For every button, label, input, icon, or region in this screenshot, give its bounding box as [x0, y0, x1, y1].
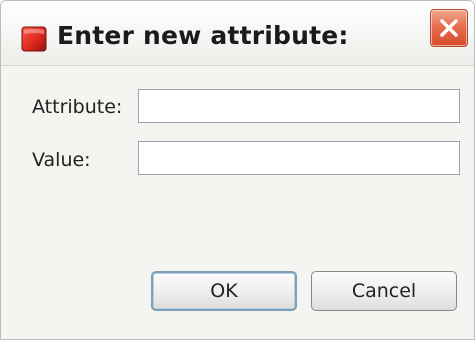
dialog-title: Enter new attribute: — [57, 21, 349, 50]
attribute-input[interactable] — [138, 89, 460, 123]
cancel-button[interactable]: Cancel — [311, 271, 457, 311]
value-label: Value: — [32, 149, 91, 171]
attribute-label: Attribute: — [32, 96, 123, 118]
title-bar[interactable]: Enter new attribute: — [1, 1, 474, 66]
ok-button[interactable]: OK — [151, 271, 297, 311]
close-button[interactable] — [430, 9, 468, 47]
value-input[interactable] — [138, 141, 460, 175]
red-box-icon — [21, 26, 47, 52]
dialog-window: Enter new attribute: Attribute: Value: O… — [0, 0, 475, 340]
dialog-content: Attribute: Value: OK Cancel — [1, 65, 474, 339]
